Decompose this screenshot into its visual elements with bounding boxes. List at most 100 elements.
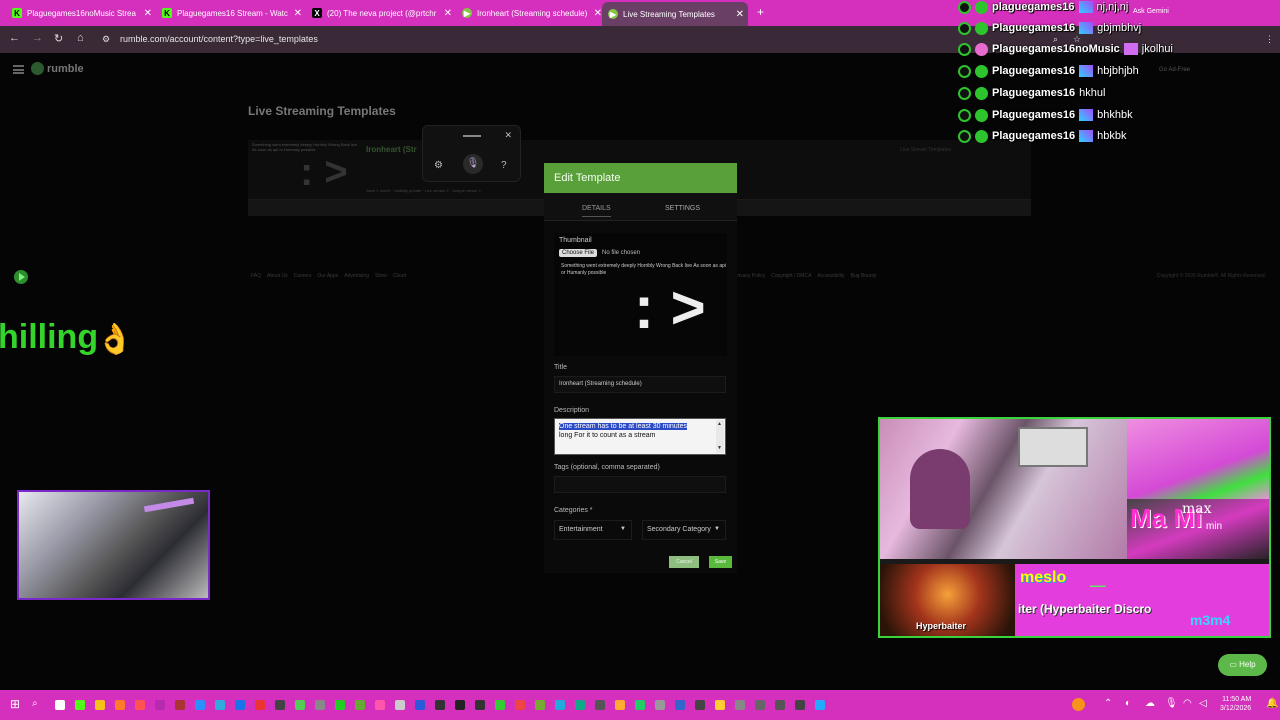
app-icon[interactable]: [515, 700, 525, 710]
microphone-icon[interactable]: 🎙: [1165, 698, 1178, 709]
description-field[interactable]: One stream has to be at least 30 minutes…: [554, 418, 726, 455]
footer-link[interactable]: Careers: [294, 273, 312, 279]
app-icon[interactable]: [355, 700, 365, 710]
primary-category-select[interactable]: Entertainment ▼: [554, 520, 632, 540]
footer-link[interactable]: Store: [375, 273, 387, 279]
secondary-category-select[interactable]: Secondary Category ▼: [642, 520, 726, 540]
row-title[interactable]: Ironheart (Str: [366, 145, 417, 154]
app-icon[interactable]: [715, 700, 725, 710]
settings-gear-icon[interactable]: ⚙: [434, 160, 443, 171]
chevron-up-icon[interactable]: ⌃: [1104, 698, 1112, 709]
hamburger-menu-icon[interactable]: [13, 65, 24, 74]
tab-kick-2[interactable]: K Plaguegames16 Stream - Watc ✕: [156, 3, 306, 23]
app-icon[interactable]: [255, 700, 265, 710]
app-icon[interactable]: [535, 700, 545, 710]
app-icon[interactable]: [655, 700, 665, 710]
windows-start-icon[interactable]: ⊞: [10, 697, 20, 711]
footer-link[interactable]: FAQ: [251, 273, 261, 279]
address-bar[interactable]: rumble.com/account/content?type=live_tem…: [120, 34, 318, 44]
app-icon[interactable]: [795, 700, 805, 710]
site-info-icon[interactable]: ⚙: [102, 34, 110, 45]
tab-x[interactable]: X (20) The neva project (@prtchr ✕: [306, 3, 456, 23]
notifications-bell-icon[interactable]: 🔔: [1266, 698, 1278, 709]
obs-icon[interactable]: [275, 700, 285, 710]
help-icon[interactable]: ?: [501, 160, 507, 171]
footer-link[interactable]: Advertising: [344, 273, 369, 279]
drag-handle[interactable]: [463, 135, 481, 137]
file-explorer-icon[interactable]: [95, 700, 105, 710]
task-view-icon[interactable]: [55, 700, 65, 710]
footer-link[interactable]: Accessibility: [817, 273, 844, 279]
system-clock[interactable]: 11:50 AM 3/12/2026: [1220, 695, 1251, 713]
app-icon[interactable]: [315, 700, 325, 710]
footer-link[interactable]: Bug Bounty: [851, 273, 877, 279]
app-icon[interactable]: [155, 700, 165, 710]
forward-icon[interactable]: →: [32, 32, 43, 44]
volume-icon[interactable]: ◁: [1199, 698, 1207, 709]
close-icon[interactable]: ✕: [504, 130, 512, 141]
tags-field[interactable]: [554, 476, 726, 493]
app-icon[interactable]: [415, 700, 425, 710]
app-icon[interactable]: [775, 700, 785, 710]
app-icon[interactable]: [555, 700, 565, 710]
save-button[interactable]: Save: [709, 556, 732, 568]
app-icon[interactable]: [735, 700, 745, 710]
search-icon[interactable]: ⌕: [32, 698, 38, 709]
close-icon[interactable]: ✕: [594, 8, 602, 19]
app-icon[interactable]: [215, 700, 225, 710]
chrome-icon[interactable]: [615, 700, 625, 710]
footer-link[interactable]: Our Apps: [317, 273, 338, 279]
tab-live-templates[interactable]: ▶ Live Streaming Templates ✕: [602, 2, 748, 26]
app-icon[interactable]: [375, 700, 385, 710]
choose-file-button[interactable]: Choose File: [559, 249, 598, 257]
app-icon[interactable]: [755, 700, 765, 710]
app-icon[interactable]: [295, 700, 305, 710]
avatar: [975, 108, 988, 122]
emote-icon: [1079, 109, 1094, 121]
app-icon[interactable]: [575, 700, 585, 710]
new-tab-icon[interactable]: +: [757, 5, 764, 19]
app-icon[interactable]: [475, 700, 485, 710]
help-button[interactable]: ▭ Help: [1218, 654, 1267, 676]
app-icon[interactable]: [435, 700, 445, 710]
app-icon[interactable]: [495, 700, 505, 710]
footer-link[interactable]: About Us: [267, 273, 288, 279]
app-icon[interactable]: [455, 700, 465, 710]
title-field[interactable]: Ironheart (Streaming schedule): [554, 376, 726, 393]
cancel-button[interactable]: Cancel: [669, 556, 699, 568]
app-icon[interactable]: [595, 700, 605, 710]
notification-app-icon[interactable]: [1072, 698, 1085, 711]
footer-link[interactable]: Copyright / DMCA: [771, 273, 811, 279]
app-icon[interactable]: [135, 700, 145, 710]
rumble-logo[interactable]: rumble: [31, 62, 84, 75]
back-icon[interactable]: ←: [9, 32, 20, 44]
microphone-icon[interactable]: 🎙: [463, 154, 483, 174]
app-icon[interactable]: [815, 700, 825, 710]
reload-icon[interactable]: ↻: [54, 32, 63, 45]
footer-link[interactable]: Privacy Policy: [734, 273, 765, 279]
tab-settings[interactable]: SETTINGS: [665, 205, 700, 212]
description-scrollbar[interactable]: [716, 420, 724, 453]
tab-details[interactable]: DETAILS: [582, 205, 611, 217]
close-icon[interactable]: ✕: [294, 8, 302, 19]
app-icon[interactable]: [395, 700, 405, 710]
close-icon[interactable]: ✕: [444, 8, 452, 19]
footer-link[interactable]: Cloud: [393, 273, 406, 279]
app-icon[interactable]: [235, 700, 245, 710]
home-icon[interactable]: ⌂: [77, 32, 84, 44]
close-icon[interactable]: ✕: [736, 9, 744, 20]
app-icon[interactable]: [115, 700, 125, 710]
wifi-icon[interactable]: ◠: [1183, 698, 1192, 709]
edge-icon[interactable]: [195, 700, 205, 710]
app-icon[interactable]: [695, 700, 705, 710]
tab-kick-1[interactable]: K Plaguegames16noMusic Strea ✕: [6, 3, 156, 23]
close-icon[interactable]: ✕: [144, 8, 152, 19]
tray-icon[interactable]: ◐: [1125, 698, 1131, 709]
app-icon[interactable]: [335, 700, 345, 710]
app-icon[interactable]: [175, 700, 185, 710]
app-icon[interactable]: [75, 700, 85, 710]
app-icon[interactable]: [675, 700, 685, 710]
tab-ironheart[interactable]: ▶ Ironheart (Streaming schedule) ✕: [456, 3, 606, 23]
app-icon[interactable]: [635, 700, 645, 710]
cloud-icon[interactable]: ☁: [1145, 698, 1155, 709]
